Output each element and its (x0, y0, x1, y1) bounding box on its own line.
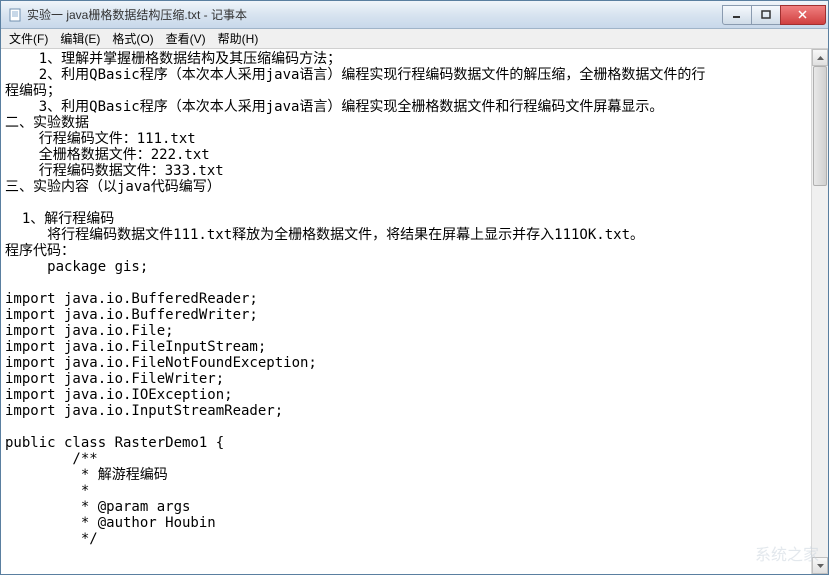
close-icon (798, 10, 808, 20)
scroll-track[interactable] (812, 66, 828, 557)
maximize-button[interactable] (751, 5, 781, 25)
vertical-scrollbar (811, 49, 828, 574)
minimize-button[interactable] (722, 5, 752, 25)
menu-file[interactable]: 文件(F) (3, 28, 54, 49)
content-area: 1、理解并掌握栅格数据结构及其压缩编码方法； 2、利用QBasic程序（本次本人… (1, 49, 828, 574)
menu-format[interactable]: 格式(O) (106, 28, 159, 49)
notepad-window: 实验一 java栅格数据结构压缩.txt - 记事本 文件(F) 编辑(E) 格… (0, 0, 829, 575)
menubar: 文件(F) 编辑(E) 格式(O) 查看(V) 帮助(H) (1, 29, 828, 49)
maximize-icon (761, 10, 771, 20)
minimize-icon (732, 10, 742, 20)
menu-help[interactable]: 帮助(H) (212, 28, 265, 49)
app-icon (7, 7, 23, 23)
chevron-up-icon (817, 56, 824, 60)
chevron-down-icon (817, 564, 824, 568)
scroll-thumb[interactable] (813, 66, 827, 186)
scroll-down-button[interactable] (812, 557, 828, 574)
scroll-up-button[interactable] (812, 49, 828, 66)
close-button[interactable] (780, 5, 826, 25)
text-content[interactable]: 1、理解并掌握栅格数据结构及其压缩编码方法； 2、利用QBasic程序（本次本人… (1, 49, 811, 574)
menu-view[interactable]: 查看(V) (160, 28, 212, 49)
menu-edit[interactable]: 编辑(E) (54, 28, 106, 49)
window-controls (723, 5, 826, 25)
titlebar: 实验一 java栅格数据结构压缩.txt - 记事本 (1, 1, 828, 29)
window-title: 实验一 java栅格数据结构压缩.txt - 记事本 (27, 6, 723, 23)
